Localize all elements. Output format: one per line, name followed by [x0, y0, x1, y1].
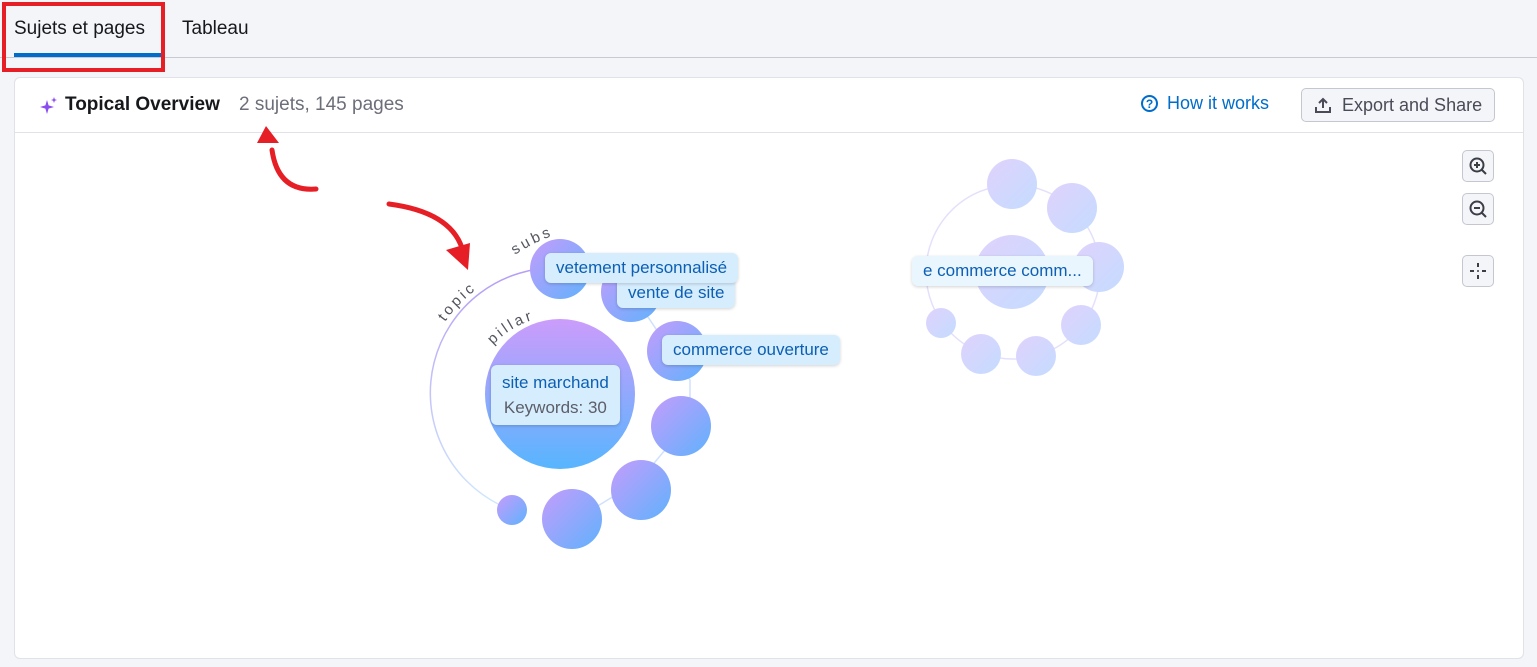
sub-bubble[interactable] — [651, 396, 711, 456]
topic2-pillar-label[interactable]: e commerce comm... — [912, 256, 1093, 286]
annotation-arrow-down — [386, 201, 470, 270]
topic-graph: subs topic pillar — [257, 126, 1124, 549]
pillar-label-site-marchand[interactable]: site marchand Keywords: 30 — [491, 365, 620, 425]
pillar-keywords: Keywords: 30 — [503, 398, 607, 417]
topic2-sub-bubble[interactable] — [987, 159, 1037, 209]
sub-label-vetement-personnalise[interactable]: vetement personnalisé — [545, 253, 739, 283]
sub-bubble[interactable] — [611, 460, 671, 520]
annotation-arrow-up — [257, 126, 319, 192]
topic2-sub-bubble[interactable] — [1061, 305, 1101, 345]
topic2-sub-bubble[interactable] — [1047, 183, 1097, 233]
sub-label-commerce-ouverture[interactable]: commerce ouverture — [662, 335, 840, 365]
topic2-sub-bubble[interactable] — [961, 334, 1001, 374]
ring-label-topic: topic — [435, 278, 480, 324]
sub-bubble[interactable] — [497, 495, 527, 525]
topic2-sub-bubble[interactable] — [1016, 336, 1056, 376]
topic2-sub-bubble[interactable] — [926, 308, 956, 338]
sub-bubble[interactable] — [542, 489, 602, 549]
pillar-name: site marchand — [502, 373, 609, 392]
